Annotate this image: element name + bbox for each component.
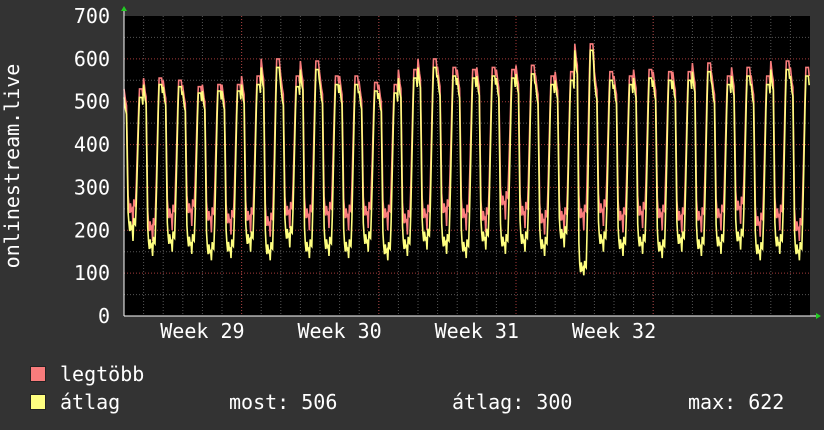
x-axis-arrow — [816, 313, 821, 319]
x-tick-labels: Week 29 Week 30 Week 31 Week 32 — [160, 319, 656, 343]
x-tick-label: Week 32 — [572, 319, 656, 343]
x-tick-label: Week 30 — [297, 319, 381, 343]
stat-current-value: 506 — [301, 390, 338, 414]
stat-average-label: átlag: — [452, 390, 525, 414]
y-tick-label: 500 — [74, 90, 110, 114]
y-axis-arrow — [121, 6, 127, 11]
y-tick-label: 100 — [74, 261, 110, 285]
stat-max: max: 622 — [688, 390, 784, 414]
y-tick-label: 400 — [74, 133, 110, 157]
legend-item-avg: átlag — [30, 390, 120, 414]
y-tick-label: 200 — [74, 218, 110, 242]
y-tick-label: 300 — [74, 175, 110, 199]
legend-item-max: legtöbb — [30, 362, 144, 386]
stat-average-value: 300 — [536, 390, 573, 414]
legend-swatch-max — [30, 366, 46, 382]
stat-average: átlag: 300 — [452, 390, 572, 414]
y-axis-label: onlinestream.live — [0, 64, 24, 269]
stat-max-value: 622 — [748, 390, 785, 414]
stat-max-label: max: — [688, 390, 737, 414]
x-tick-label: Week 31 — [435, 319, 519, 343]
stat-current-label: most: — [229, 390, 290, 414]
legend-label-avg: átlag — [60, 390, 121, 414]
stat-current: most: 506 — [229, 390, 337, 414]
y-tick-labels: 0 100 200 300 400 500 600 700 — [74, 4, 110, 328]
x-tick-label: Week 29 — [160, 319, 244, 343]
legend-swatch-avg — [30, 394, 46, 410]
y-tick-label: 700 — [74, 4, 110, 28]
chart-container: 0 100 200 300 400 500 600 700 Week 29 Week 30 Wee… — [0, 0, 824, 430]
y-tick-label: 600 — [74, 47, 110, 71]
legend-label-max: legtöbb — [60, 362, 145, 386]
y-tick-label: 0 — [98, 304, 110, 328]
